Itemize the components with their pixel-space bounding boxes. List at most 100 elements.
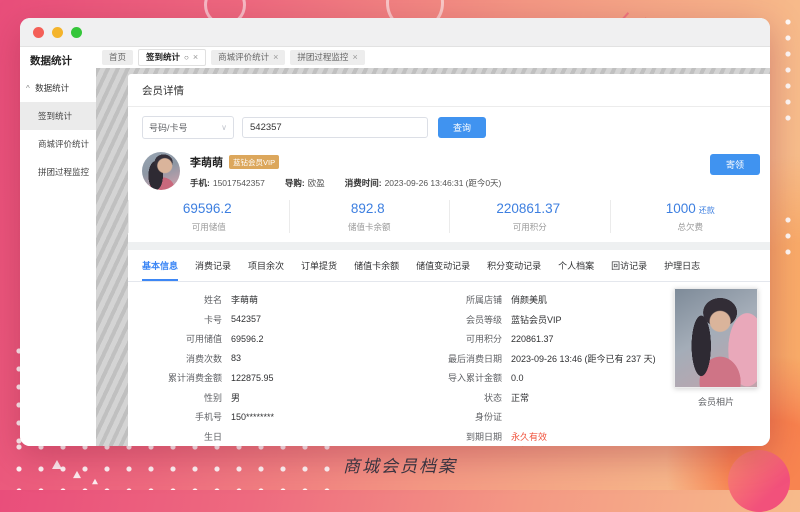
member-detail-card: 会员详情 号码/卡号 ∨ 查询 李萌萌 (128, 74, 770, 446)
field-label: 可用储值 (134, 332, 222, 345)
form-row: 消费次数 83 (134, 349, 424, 369)
field-value: 69596.2 (231, 334, 264, 344)
field-label: 手机号 (134, 410, 222, 423)
field-value: 0.0 (511, 373, 524, 383)
form-row: 可用储值 69596.2 (134, 329, 424, 349)
form-row: 到期日期 永久有效 (424, 427, 756, 447)
detail-tab-label: 消费记录 (195, 261, 231, 271)
close-icon[interactable]: × (193, 50, 198, 65)
page-tab[interactable]: 商城评价统计 ○ × (211, 50, 285, 65)
app-window: 数据统计 ^ 数据统计 签到统计 商城评价统计 拼团过程监控 (20, 18, 770, 446)
field-value: 220861.37 (511, 334, 554, 344)
card-number-input[interactable] (242, 117, 428, 138)
page-tab[interactable]: 拼团过程监控 ○ × (290, 50, 364, 65)
detail-tab[interactable]: 储值卡余额 (354, 250, 399, 281)
page-tab[interactable]: 签到统计 ○ × (138, 49, 206, 66)
form-row: 生日 (134, 427, 424, 447)
member-photo (674, 288, 758, 388)
form-row: 卡号 542357 (134, 310, 424, 330)
stat-item: 220861.37 可用积分 (449, 200, 610, 233)
query-button[interactable]: 查询 (438, 117, 486, 138)
detail-tab-label: 个人档案 (558, 261, 594, 271)
detail-tab-label: 护理日志 (664, 261, 700, 271)
field-label: 累计消费金额 (134, 371, 222, 384)
stat-value: 220861.37 (496, 201, 560, 216)
detail-tab[interactable]: 个人档案 (558, 250, 594, 281)
sidebar-item-label: 拼团过程监控 (38, 167, 89, 177)
tab-label: 签到统计 (146, 50, 180, 65)
search-type-select[interactable]: 号码/卡号 ∨ (142, 116, 234, 139)
sidebar-nav: 签到统计 商城评价统计 拼团过程监控 (20, 102, 96, 186)
member-level-badge: 蓝钻会员VIP (229, 155, 279, 169)
member-name: 李萌萌 (190, 154, 223, 170)
content-area: 会员详情 号码/卡号 ∨ 查询 李萌萌 (96, 68, 770, 446)
field-value: 李萌萌 (231, 293, 258, 306)
maximize-window-button[interactable] (71, 27, 82, 38)
deposit-button[interactable]: 寄领 (710, 154, 760, 175)
stats-row: 69596.2 可用储值 892.8 储值卡余额 (128, 192, 770, 242)
member-photo-box: 会员相片 (672, 288, 760, 408)
stat-value: 892.8 (351, 201, 385, 216)
minimize-window-button[interactable] (52, 27, 63, 38)
field-label: 状态 (424, 391, 502, 404)
basic-info-form: 姓名 李萌萌 卡号 542357 可用储值 (128, 282, 770, 446)
tab-bar: 首页 ○ × 签到统计 ○ × 商城评价统计 ○ × (96, 47, 770, 68)
sidebar-item[interactable]: 拼团过程监控 (20, 158, 96, 186)
sidebar-group-data-stats[interactable]: ^ 数据统计 (20, 74, 96, 102)
sidebar: 数据统计 ^ 数据统计 签到统计 商城评价统计 拼团过程监控 (20, 47, 96, 446)
caption: 商城会员档案 (0, 452, 800, 477)
detail-tab-label: 基本信息 (142, 261, 178, 271)
field-value: 83 (231, 353, 241, 363)
detail-tab[interactable]: 基本信息 (142, 250, 178, 281)
detail-tab-bar: 基本信息 消费记录 项目余次 订单提货 (128, 250, 770, 282)
detail-tab[interactable]: 订单提货 (301, 250, 337, 281)
decor-dot-column-right (780, 212, 796, 264)
card-title: 会员详情 (128, 74, 770, 107)
sidebar-item-label: 签到统计 (38, 111, 72, 121)
form-column-left: 姓名 李萌萌 卡号 542357 可用储值 (134, 290, 424, 446)
member-avatar (142, 152, 180, 190)
detail-tab-label: 订单提货 (301, 261, 337, 271)
section-divider (128, 242, 770, 250)
sidebar-item[interactable]: 签到统计 (20, 102, 96, 130)
field-label: 身份证 (424, 410, 502, 423)
detail-tab[interactable]: 护理日志 (664, 250, 700, 281)
refresh-icon[interactable]: ○ (184, 50, 189, 65)
detail-tab[interactable]: 消费记录 (195, 250, 231, 281)
guide-value: 欧盈 (308, 177, 325, 189)
detail-tab[interactable]: 项目余次 (248, 250, 284, 281)
collapse-icon: ^ (26, 84, 30, 93)
field-label: 所属店铺 (424, 293, 502, 306)
sidebar-item[interactable]: 商城评价统计 (20, 130, 96, 158)
photo-label: 会员相片 (672, 395, 760, 408)
tab-label: 拼团过程监控 (297, 50, 348, 65)
field-value: 蓝钻会员VIP (511, 313, 562, 326)
field-label: 会员等级 (424, 313, 502, 326)
stat-label: 可用积分 (450, 221, 610, 233)
close-window-button[interactable] (33, 27, 44, 38)
form-row: 姓名 李萌萌 (134, 290, 424, 310)
page-tab[interactable]: 首页 ○ × (102, 50, 133, 65)
detail-tab[interactable]: 储值变动记录 (416, 250, 470, 281)
field-label: 消费次数 (134, 352, 222, 365)
field-label: 性别 (134, 391, 222, 404)
field-value: 150******** (231, 412, 274, 422)
detail-tab[interactable]: 回访记录 (611, 250, 647, 281)
field-label: 姓名 (134, 293, 222, 306)
close-icon[interactable]: × (352, 50, 357, 65)
close-icon[interactable]: × (273, 50, 278, 65)
guide-label: 导购: (285, 177, 305, 189)
field-value: 永久有效 (511, 430, 547, 443)
decor-dot-column-right (780, 14, 796, 130)
detail-tab-label: 回访记录 (611, 261, 647, 271)
search-row: 号码/卡号 ∨ 查询 (128, 107, 770, 146)
form-row: 手机号 150******** (134, 407, 424, 427)
repay-link[interactable]: 还款 (699, 206, 715, 215)
field-label: 卡号 (134, 313, 222, 326)
field-label: 到期日期 (424, 430, 502, 443)
form-row: 身份证 (424, 407, 756, 427)
detail-tab[interactable]: 积分变动记录 (487, 250, 541, 281)
field-label: 导入累计金额 (424, 371, 502, 384)
consume-time-label: 消费时间: (345, 177, 382, 189)
field-value: 2023-09-26 13:46 (距今已有 237 天) (511, 352, 656, 365)
